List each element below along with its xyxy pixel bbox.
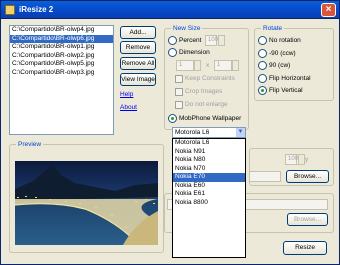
file-list-item[interactable]: C:\Compartido\BR-olwp2.jpg bbox=[10, 52, 113, 61]
title-bar: iResize 2 × bbox=[1, 1, 339, 19]
phone-model-dropdown[interactable]: Motorola L6 Nokia N91 Nokia N80 Nokia N70 No… bbox=[172, 138, 246, 258]
rotate-option-label: -90 (ccw) bbox=[269, 49, 296, 57]
remove-all-button[interactable]: Remove All bbox=[120, 57, 156, 70]
times-label: x bbox=[206, 62, 210, 69]
keep-constraints-checkbox[interactable] bbox=[175, 75, 183, 83]
rotate-option-label: Flip Vertical bbox=[269, 87, 303, 94]
output-folder-input[interactable] bbox=[249, 171, 281, 182]
file-list-item[interactable]: C:\Compartido\BR-olwp3.jpg bbox=[10, 69, 113, 78]
preview-image bbox=[15, 161, 158, 245]
phone-model-option[interactable]: Nokia N80 bbox=[173, 156, 245, 165]
new-size-label: New Size bbox=[171, 24, 203, 33]
width-spinner[interactable] bbox=[194, 60, 201, 71]
quality-input[interactable]: 100 bbox=[285, 154, 298, 165]
close-button[interactable]: × bbox=[321, 3, 336, 17]
mobphone-radio[interactable] bbox=[168, 114, 177, 123]
phone-model-selected: Motorola L6 bbox=[175, 129, 210, 136]
window-title: iResize 2 bbox=[19, 5, 54, 14]
percent-radio[interactable] bbox=[168, 36, 177, 45]
crop-images-checkbox[interactable] bbox=[175, 88, 183, 96]
browse-button-2[interactable]: Browse... bbox=[287, 213, 328, 226]
app-window: iResize 2 × C:\Compartido\BR-olwp4.jpg C:… bbox=[0, 0, 340, 265]
percent-spinner[interactable] bbox=[218, 35, 225, 46]
chevron-down-icon[interactable]: ▼ bbox=[236, 128, 245, 137]
rotate-radio-4[interactable] bbox=[258, 86, 267, 95]
phone-model-option[interactable]: Nokia E60 bbox=[173, 182, 245, 191]
width-input[interactable]: 1 bbox=[176, 60, 194, 71]
quality-spinner[interactable] bbox=[298, 154, 305, 165]
browse-button[interactable]: Browse... bbox=[286, 170, 329, 183]
do-not-enlarge-label: Do not enlarge bbox=[185, 101, 228, 108]
file-list-item[interactable]: C:\Compartido\BR-olwp5.jpg bbox=[10, 60, 113, 69]
rotate-radio-3[interactable] bbox=[258, 73, 267, 83]
remove-button[interactable]: Remove bbox=[120, 41, 156, 54]
phone-model-option[interactable]: Nokia N91 bbox=[173, 148, 245, 157]
dimension-label: Dimension bbox=[179, 49, 210, 56]
preview-label: Preview bbox=[16, 140, 44, 149]
rotate-option-label: 90 (cw) bbox=[269, 62, 291, 69]
file-list[interactable]: C:\Compartido\BR-olwp4.jpg C:\Compartido\… bbox=[9, 25, 114, 135]
phone-model-option[interactable]: Nokia E70 bbox=[173, 173, 245, 182]
phone-model-option[interactable]: Nokia 8800 bbox=[173, 199, 245, 208]
help-link[interactable]: Help bbox=[120, 91, 133, 98]
do-not-enlarge-checkbox[interactable] bbox=[175, 101, 183, 109]
rotate-option-label: Flip Horizontal bbox=[269, 74, 311, 82]
percent-input[interactable]: 100 bbox=[205, 35, 218, 46]
rotate-radio-1[interactable] bbox=[258, 48, 267, 58]
phone-model-option[interactable]: Motorola L6 bbox=[173, 139, 245, 148]
about-link[interactable]: About bbox=[120, 104, 137, 111]
height-spinner[interactable] bbox=[232, 60, 239, 71]
file-list-item[interactable]: C:\Compartido\BR-olwp1.jpg bbox=[10, 43, 113, 52]
file-list-item[interactable]: C:\Compartido\BR-olwp6.jpg bbox=[10, 34, 113, 43]
app-icon bbox=[5, 5, 15, 15]
mobphone-label: MobPhone Wallpaper bbox=[179, 115, 242, 122]
view-image-button[interactable]: View Image bbox=[120, 73, 156, 86]
height-input[interactable]: 1 bbox=[214, 60, 232, 71]
keep-constraints-label: Keep Constraints bbox=[185, 75, 235, 82]
rotate-radio-0[interactable] bbox=[258, 36, 267, 45]
rotate-option-label: No rotation bbox=[269, 37, 301, 44]
phone-model-select[interactable]: Motorola L6 ▼ bbox=[172, 127, 246, 138]
dimension-radio[interactable] bbox=[168, 48, 177, 57]
percent-label: Percent bbox=[179, 37, 202, 44]
add-button[interactable]: Add... bbox=[120, 26, 156, 39]
rotate-label: Rotate bbox=[261, 24, 285, 33]
crop-images-label: Crop Images bbox=[185, 88, 223, 95]
file-list-item[interactable]: C:\Compartido\BR-olwp4.jpg bbox=[10, 26, 113, 35]
resize-button[interactable]: Resize bbox=[283, 241, 327, 255]
phone-model-option[interactable]: Nokia E61 bbox=[173, 190, 245, 199]
rotate-radio-2[interactable] bbox=[258, 61, 267, 70]
phone-model-option[interactable]: Nokia N70 bbox=[173, 165, 245, 174]
